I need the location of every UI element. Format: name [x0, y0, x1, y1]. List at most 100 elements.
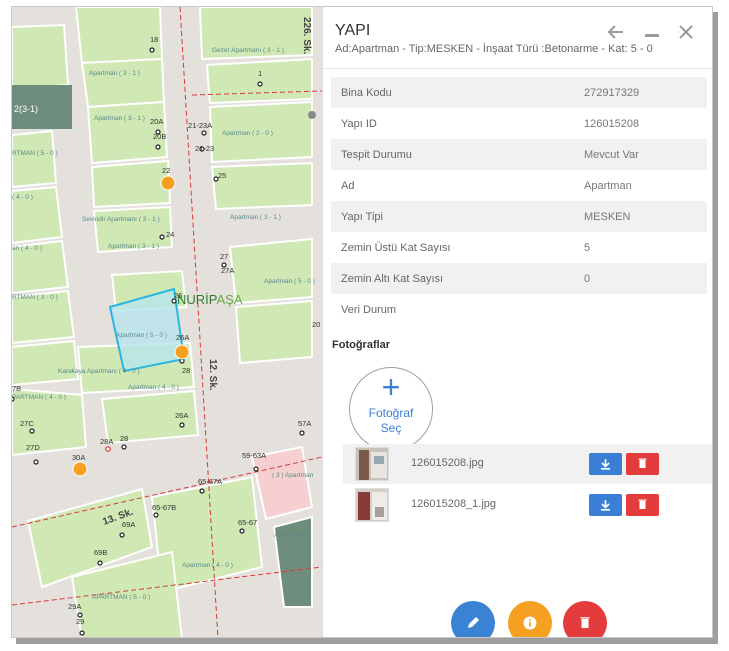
property-value: 0	[584, 272, 591, 285]
svg-text:27D: 27D	[26, 443, 40, 452]
svg-text:65-67B: 65-67B	[152, 503, 176, 512]
svg-text:57A: 57A	[298, 419, 311, 428]
svg-text:Sevindir Apartmanı ( 3 - 1 ): Sevindir Apartmanı ( 3 - 1 )	[82, 216, 160, 223]
edit-button[interactable]	[451, 601, 495, 637]
svg-text:Apartman ( 2 - 0 ): Apartman ( 2 - 0 )	[222, 130, 273, 137]
panel-header: YAPI Ad:Apartman - Tip:MESKEN - İnşaat T…	[323, 7, 712, 69]
svg-text:28A: 28A	[100, 437, 113, 446]
property-row: Tespit Durumu Mevcut Var	[331, 139, 707, 170]
plus-icon: +	[381, 369, 401, 405]
property-label: Yapı ID	[341, 117, 377, 130]
property-value: 272917329	[584, 86, 640, 99]
property-label: Veri Durum	[341, 303, 397, 316]
svg-text:25: 25	[218, 171, 226, 180]
svg-text:Apartman ( 4 - 0 ): Apartman ( 4 - 0 )	[128, 384, 179, 391]
svg-text:21-23A: 21-23A	[188, 121, 212, 130]
svg-text:24: 24	[166, 230, 174, 239]
svg-text:20B: 20B	[153, 132, 166, 141]
map-canvas[interactable]: 2(3-1) 226. Sk. 12. Sk. 13. Sk. NURİPAŞA…	[12, 7, 322, 638]
delete-button[interactable]	[563, 601, 607, 637]
property-table: Bina Kodu 272917329 Yapı ID 126015208 Tesp…	[331, 77, 707, 325]
add-photo-button[interactable]: + Fotoğraf Seç	[349, 367, 433, 451]
svg-text:27: 27	[220, 252, 228, 261]
trash-icon	[638, 499, 647, 509]
property-row: Zemin Altı Kat Sayısı 0	[331, 263, 707, 294]
property-value: Mevcut Var	[584, 148, 639, 161]
photo-filename: 126015208_1.jpg	[411, 498, 497, 510]
svg-text:Apartman ( 5 - 0 ): Apartman ( 5 - 0 )	[264, 278, 315, 285]
svg-text:PARTMAN ( 4 - 0 ): PARTMAN ( 4 - 0 )	[12, 394, 66, 401]
property-value: 126015208	[584, 117, 640, 130]
district-label: NURİPAŞA	[177, 292, 243, 307]
trash-icon	[638, 458, 647, 468]
street-label-12: 12. Sk.	[207, 359, 218, 391]
svg-text:26A: 26A	[175, 411, 188, 420]
svg-text:APARTMAN ( 5 - 0 ): APARTMAN ( 5 - 0 )	[92, 594, 150, 601]
download-button[interactable]	[589, 494, 622, 516]
property-label: Tespit Durumu	[341, 148, 412, 161]
property-label: Bina Kodu	[341, 86, 392, 99]
svg-text:Karakaya Apartmanı ( 4 - 0 ): Karakaya Apartmanı ( 4 - 0 )	[58, 368, 140, 375]
property-row: Yapı Tipi MESKEN	[331, 201, 707, 232]
svg-text:65-67A: 65-67A	[198, 477, 222, 486]
photo-thumbnail[interactable]	[355, 488, 389, 522]
property-value: MESKEN	[584, 210, 631, 223]
property-row: Veri Durum	[331, 294, 707, 325]
add-photo-label: Fotoğraf Seç	[368, 406, 414, 435]
delete-photo-button[interactable]	[626, 494, 659, 516]
panel-title: YAPI	[335, 22, 371, 39]
property-row: Ad Apartman	[331, 170, 707, 201]
svg-text:69B: 69B	[94, 548, 107, 557]
svg-text:69A: 69A	[122, 520, 135, 529]
svg-text:Gezer Apartmanı ( 3 - 1 ): Gezer Apartmanı ( 3 - 1 )	[212, 47, 284, 54]
svg-text:Apartman ( 3 - 1 ): Apartman ( 3 - 1 )	[108, 243, 159, 250]
photo-filename: 126015208.jpg	[411, 457, 484, 469]
property-value: Apartman	[584, 179, 632, 192]
download-button[interactable]	[589, 453, 622, 475]
edit-icon	[468, 617, 479, 628]
property-row: Yapı ID 126015208	[331, 108, 707, 139]
svg-text:Apartman ( 4 - 0 ): Apartman ( 4 - 0 )	[182, 562, 233, 569]
svg-text:7B: 7B	[12, 384, 21, 393]
svg-text:Apartman ( 3 - 1 ): Apartman ( 3 - 1 )	[89, 70, 140, 77]
building-detail-panel: YAPI Ad:Apartman - Tip:MESKEN - İnşaat T…	[322, 7, 712, 637]
delete-photo-button[interactable]	[626, 453, 659, 475]
svg-text:18: 18	[150, 35, 158, 44]
property-value: 5	[584, 241, 591, 254]
svg-text:27C: 27C	[20, 419, 34, 428]
property-row: Zemin Üstü Kat Sayısı 5	[331, 232, 707, 263]
app-window: 2(3-1) 226. Sk. 12. Sk. 13. Sk. NURİPAŞA…	[11, 6, 713, 638]
download-icon	[601, 500, 610, 511]
svg-text:( 4 - 0 ): ( 4 - 0 )	[12, 194, 33, 201]
photo-row: 126015208_1.jpg	[343, 485, 712, 525]
download-icon	[601, 459, 610, 470]
minimize-icon[interactable]	[641, 21, 663, 43]
svg-text:Apartman ( 5 - 0 ): Apartman ( 5 - 0 )	[116, 332, 167, 339]
svg-text:an ( 4 - 0 ): an ( 4 - 0 )	[12, 245, 42, 252]
svg-text:28: 28	[120, 434, 128, 443]
svg-text:1: 1	[258, 69, 262, 78]
info-icon	[523, 616, 537, 630]
map-view[interactable]: 2(3-1) 226. Sk. 12. Sk. 13. Sk. NURİPAŞA…	[12, 7, 322, 638]
svg-text:26A: 26A	[176, 333, 189, 342]
property-label: Yapı Tipi	[341, 210, 383, 223]
svg-text:( 3 ) Apartman: ( 3 ) Apartman	[272, 472, 314, 479]
back-arrow-icon[interactable]	[605, 21, 627, 43]
svg-text:59-63A: 59-63A	[242, 451, 266, 460]
svg-text:29A: 29A	[68, 602, 81, 611]
close-icon[interactable]	[675, 21, 697, 43]
panel-subtitle: Ad:Apartman - Tip:MESKEN - İnşaat Türü :…	[335, 43, 653, 55]
svg-text:28: 28	[182, 366, 190, 375]
svg-text:22: 22	[162, 166, 170, 175]
svg-text:30A: 30A	[72, 453, 85, 462]
svg-text:Apartman ( 3 - 1 ): Apartman ( 3 - 1 )	[230, 214, 281, 221]
svg-text:21-23: 21-23	[195, 144, 214, 153]
photo-thumbnail[interactable]	[355, 447, 389, 481]
info-button[interactable]	[508, 601, 552, 637]
delete-icon	[580, 617, 590, 628]
property-label: Zemin Üstü Kat Sayısı	[341, 241, 451, 254]
svg-text:RTMAN ( 5 - 0 ): RTMAN ( 5 - 0 )	[12, 150, 58, 157]
property-label: Ad	[341, 179, 355, 192]
svg-text:2(3-1): 2(3-1)	[14, 104, 38, 114]
svg-text:26: 26	[174, 291, 182, 300]
